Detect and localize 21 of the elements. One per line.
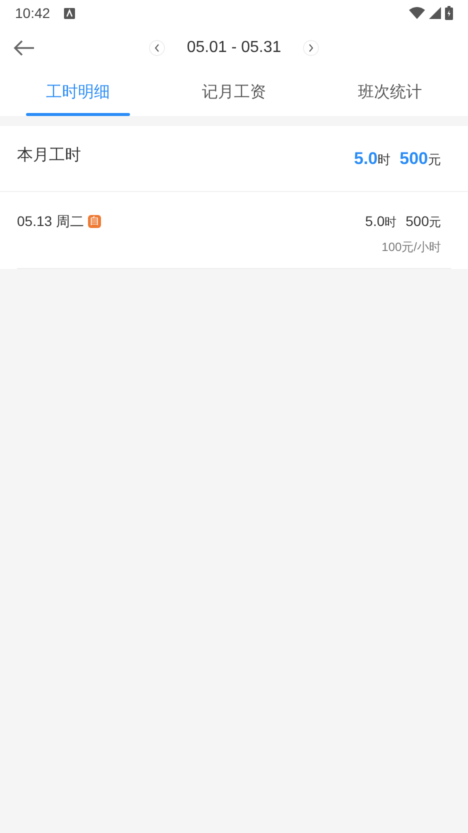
summary-title: 本月工时 — [17, 146, 81, 166]
record-rate: 100元/小时 — [382, 239, 441, 256]
chevron-left-icon — [154, 44, 160, 52]
notification-icon — [64, 8, 76, 18]
wifi-icon — [409, 7, 425, 19]
chevron-right-icon — [308, 44, 314, 52]
record-amount: 500元 — [406, 212, 441, 231]
summary-amount: 500元 — [400, 148, 441, 170]
signal-icon — [429, 7, 441, 19]
summary-hours: 5.0时 — [354, 148, 391, 170]
tab[interactable]: 班次统计 — [312, 70, 468, 116]
record-date: 05.13 周二 — [17, 212, 84, 231]
previous-button[interactable] — [148, 40, 165, 56]
record-tag: 自 — [88, 215, 101, 228]
tab[interactable]: 记月工资 — [156, 70, 312, 116]
next-button[interactable] — [303, 40, 320, 56]
status-time: 10:42 — [15, 4, 50, 22]
date-range: 05.01 - 05.31 — [186, 38, 282, 58]
battery-icon — [445, 6, 453, 20]
back-arrow-icon — [13, 40, 35, 56]
record-hours: 5.0时 — [365, 212, 397, 231]
